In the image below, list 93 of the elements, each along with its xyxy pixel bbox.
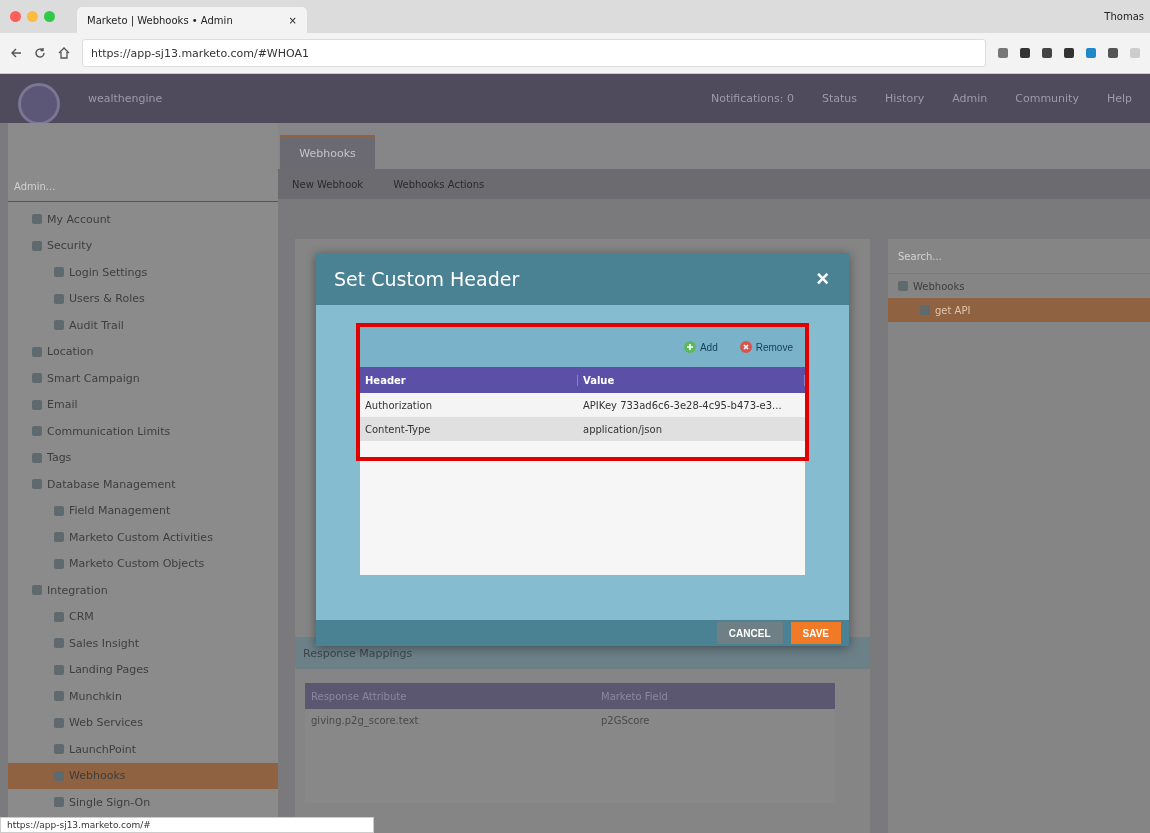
search-field[interactable]: Search...: [888, 239, 1150, 274]
tree-item[interactable]: Communication Limits: [8, 418, 278, 445]
nav-link[interactable]: History: [885, 92, 925, 105]
item-icon: [32, 585, 42, 596]
close-icon: [739, 341, 752, 353]
tab-title: Marketo | Webhooks • Admin: [87, 14, 233, 26]
extension-icon[interactable]: [1108, 48, 1118, 58]
add-button[interactable]: Add: [683, 341, 718, 353]
address-field[interactable]: https://app-sj13.marketo.com/#WHOA1: [82, 39, 986, 67]
workspace-name[interactable]: wealthengine: [88, 92, 163, 105]
tree-item[interactable]: Webhooks: [8, 762, 278, 789]
tab-close-button[interactable]: ×: [288, 14, 297, 26]
table-row[interactable]: Content-Type application/json: [360, 417, 805, 441]
nav-link[interactable]: Status: [822, 92, 858, 105]
back-icon[interactable]: [10, 47, 22, 59]
close-button[interactable]: ×: [816, 266, 829, 292]
tree-item[interactable]: My Account: [8, 206, 278, 233]
item-icon: [54, 532, 64, 543]
item-icon: [54, 505, 64, 516]
tree-folder[interactable]: Integration: [8, 577, 278, 604]
extension-icon[interactable]: [998, 48, 1008, 58]
tree-item[interactable]: get API: [888, 298, 1150, 322]
reload-icon[interactable]: [34, 47, 46, 59]
nav-link[interactable]: Admin: [952, 92, 988, 105]
item-icon: [54, 770, 64, 781]
tree-item[interactable]: Login Settings: [8, 259, 278, 286]
tree-item[interactable]: Tags: [8, 444, 278, 471]
tree-item[interactable]: Users & Roles: [8, 285, 278, 312]
item-icon: [32, 399, 42, 410]
logo-icon[interactable]: [18, 82, 60, 125]
table-cell-text: Content-Type: [364, 423, 432, 435]
tree-item[interactable]: Field Management: [8, 497, 278, 524]
item-icon: [32, 373, 42, 384]
tree-item[interactable]: Marketo Custom Objects: [8, 550, 278, 577]
save-button[interactable]: SAVE: [790, 622, 841, 644]
item-icon: [54, 717, 64, 728]
item-icon: [54, 267, 64, 278]
item-icon: [54, 744, 64, 755]
tree-item[interactable]: Single Sign-On: [8, 789, 278, 816]
tab[interactable]: Webhooks: [280, 135, 375, 169]
tree-item[interactable]: Email: [8, 391, 278, 418]
tree-item[interactable]: Audit Trail: [8, 312, 278, 339]
nav-link[interactable]: Community: [1015, 92, 1079, 105]
item-icon: [54, 558, 64, 569]
item-icon: [54, 797, 64, 808]
extension-icon[interactable]: [1064, 48, 1074, 58]
column-header[interactable]: Value: [578, 374, 805, 386]
item-icon: [32, 479, 42, 490]
nav-link[interactable]: Help: [1106, 92, 1132, 105]
nav-link[interactable]: Notifications: 0: [710, 92, 794, 105]
tree-folder[interactable]: Webhooks: [888, 274, 1150, 298]
tree-item[interactable]: Munchkin: [8, 683, 278, 710]
table-cell-text: application/json: [582, 423, 663, 435]
item-icon: [54, 320, 64, 331]
item-icon: [54, 664, 64, 675]
dialog-title: Set Custom Header: [334, 268, 520, 290]
item-icon: [54, 293, 64, 304]
item-icon: [920, 305, 930, 315]
tree-folder[interactable]: Database Management: [8, 471, 278, 498]
tree-item[interactable]: LaunchPoint: [8, 736, 278, 763]
tree-item[interactable]: Smart Campaign: [8, 365, 278, 392]
tree-item[interactable]: Landing Pages: [8, 656, 278, 683]
toolbar-menu[interactable]: New Webhook: [292, 178, 364, 190]
table-cell-text: giving.p2g_score.text: [310, 714, 420, 726]
tree-item[interactable]: Location: [8, 338, 278, 365]
item-icon: [54, 638, 64, 649]
tree-item[interactable]: Marketo Custom Activities: [8, 524, 278, 551]
profile-name[interactable]: Thomas: [1104, 11, 1144, 22]
column-header[interactable]: Header: [360, 374, 578, 386]
toolbar-menu[interactable]: Webhooks Actions: [393, 178, 485, 190]
item-icon: [54, 691, 64, 702]
tree-folder[interactable]: Security: [8, 232, 278, 259]
plus-icon: [683, 341, 696, 353]
item-icon: [32, 452, 42, 463]
tree-item[interactable]: Sales Insight: [8, 630, 278, 657]
table-cell-text: APIKey 733ad6c6-3e28-4c95-b473-e3...: [582, 399, 783, 411]
item-icon: [32, 240, 42, 251]
item-icon: [32, 426, 42, 437]
extension-icon[interactable]: [1020, 48, 1030, 58]
cancel-button[interactable]: CANCEL: [716, 622, 783, 644]
home-icon[interactable]: [58, 47, 70, 59]
table-cell-text: Authorization: [364, 399, 433, 411]
remove-button[interactable]: Remove: [739, 341, 793, 353]
item-icon: [54, 611, 64, 622]
browser-tab[interactable]: Marketo | Webhooks • Admin ×: [77, 7, 307, 33]
item-icon: [898, 281, 908, 291]
item-icon: [32, 346, 42, 357]
close-window-icon[interactable]: [10, 11, 21, 22]
tree-item[interactable]: Web Services: [8, 709, 278, 736]
item-icon: [32, 214, 42, 225]
tree-item[interactable]: CRM: [8, 603, 278, 630]
table-cell-text: p2GScore: [600, 714, 651, 726]
extension-icon[interactable]: [1042, 48, 1052, 58]
